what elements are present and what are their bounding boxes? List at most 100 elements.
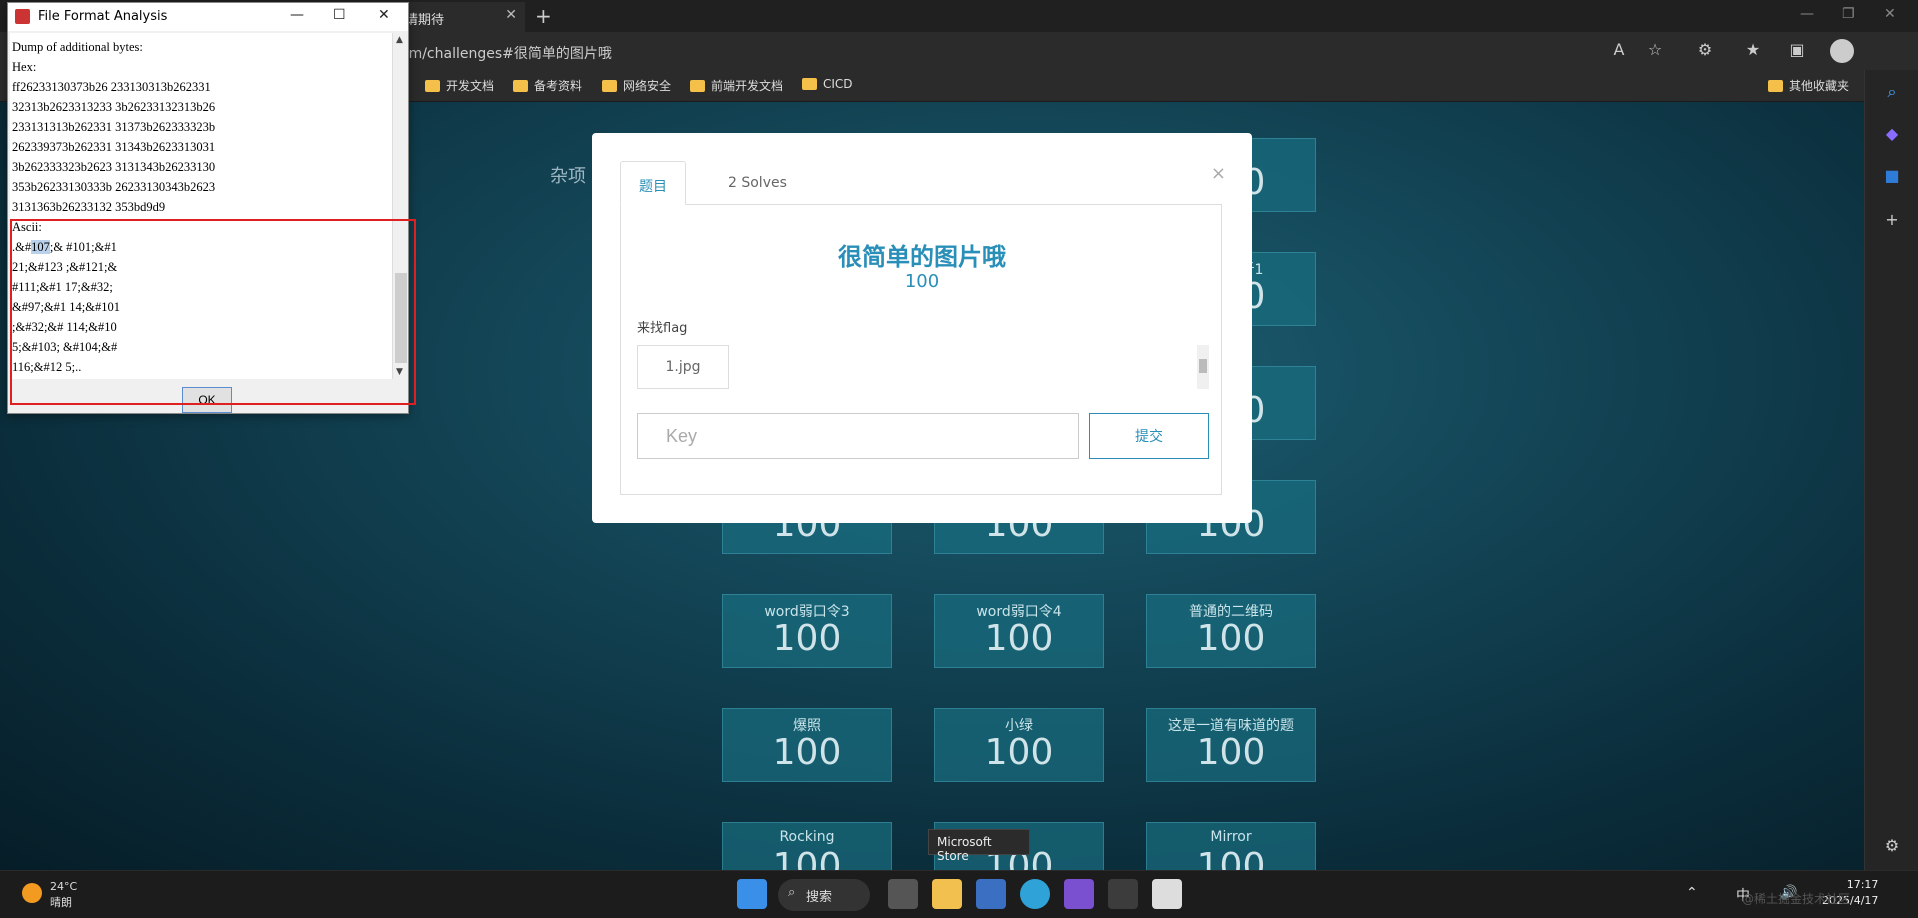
search-icon[interactable]: ⌕ xyxy=(1882,82,1902,102)
card-points: 100 xyxy=(772,732,842,773)
other-bookmarks-folder[interactable]: 其他收藏夹 xyxy=(1768,77,1849,94)
files-scrollbar[interactable] xyxy=(1197,345,1209,389)
windows-taskbar: 24°C 晴朗 ⌕ 搜索 ⌃ 中 🔊 17:17 2025/4/17 xyxy=(0,870,1918,918)
challenge-title: 很简单的图片哦 xyxy=(838,243,1006,271)
dump-line: 3b262333323b2623 3131343b26233130 xyxy=(12,160,216,174)
collections-icon[interactable]: ▣ xyxy=(1786,40,1808,62)
new-tab-button[interactable]: + xyxy=(535,4,552,28)
bookmark-folder[interactable]: CICD xyxy=(802,77,853,91)
challenge-card[interactable]: 小绿 100 xyxy=(934,708,1104,782)
search-icon: ⌕ xyxy=(788,885,796,900)
card-points: 100 xyxy=(772,618,842,659)
bookmark-label: 开发文档 xyxy=(446,79,495,93)
submit-button[interactable]: 提交 xyxy=(1089,413,1209,459)
taskbar-search[interactable]: ⌕ 搜索 xyxy=(778,879,870,911)
dump-line: 262339373b262331 31343b2623313031 xyxy=(12,140,216,154)
edge-browser-icon[interactable] xyxy=(1020,879,1050,909)
bookmark-label: 前端开发文档 xyxy=(711,79,784,93)
card-name: Mirror xyxy=(1210,829,1252,845)
card-name: 普通的二维码 xyxy=(1189,604,1273,620)
scroll-up-icon[interactable]: ▲ xyxy=(396,35,403,45)
folder-icon xyxy=(1768,80,1783,92)
browser-tab[interactable]: 请期待 ✕ xyxy=(395,2,525,32)
microsoft-store-icon[interactable] xyxy=(976,879,1006,909)
folder-icon xyxy=(425,80,440,92)
scroll-thumb[interactable] xyxy=(1199,359,1207,373)
bookmark-folder[interactable]: 网络安全 xyxy=(602,77,671,94)
dump-line: ff26233130373b26 233130313b262331 xyxy=(12,80,211,94)
tray-chevron-icon[interactable]: ⌃ xyxy=(1686,885,1698,901)
taskbar-tooltip: Microsoft Store xyxy=(928,829,1030,863)
weather-widget[interactable]: 24°C 晴朗 xyxy=(50,879,77,911)
card-points: 100 xyxy=(984,732,1054,773)
highlight-annotation-box xyxy=(10,219,416,405)
challenge-card[interactable]: 爆照 100 xyxy=(722,708,892,782)
browser-restore-icon[interactable]: ❐ xyxy=(1842,6,1855,22)
tab-title: 请期待 xyxy=(405,13,445,28)
terminal-icon[interactable] xyxy=(1108,879,1138,909)
challenge-card[interactable]: word弱口令4 100 xyxy=(934,594,1104,668)
edge-side-panel: ⌕ ◆ ■ + ⚙ xyxy=(1864,70,1918,870)
task-view-icon[interactable] xyxy=(888,879,918,909)
visual-studio-icon[interactable] xyxy=(1064,879,1094,909)
browser-minimize-icon[interactable]: — xyxy=(1800,6,1814,22)
card-points: 100 xyxy=(1196,732,1266,773)
challenge-description: 来找flag xyxy=(637,321,688,336)
favorites-icon[interactable]: ★ xyxy=(1742,40,1764,62)
weather-condition: 晴朗 xyxy=(50,896,72,909)
favorite-star-icon[interactable]: ☆ xyxy=(1644,40,1666,62)
dialog-title-bar: File Format Analysis — ☐ ✕ xyxy=(8,3,408,31)
url-path: /challenges#很简单的图片哦 xyxy=(422,46,612,62)
flag-key-input[interactable] xyxy=(637,413,1079,459)
challenge-card[interactable]: word弱口令3 100 xyxy=(722,594,892,668)
challenge-card[interactable]: 普通的二维码 100 xyxy=(1146,594,1316,668)
dump-line: Hex: xyxy=(12,60,37,74)
bookmark-folder[interactable]: 前端开发文档 xyxy=(690,77,783,94)
card-points: 100 xyxy=(1196,618,1266,659)
outlook-icon[interactable]: ■ xyxy=(1882,166,1902,186)
search-label: 搜索 xyxy=(806,890,833,905)
close-icon[interactable]: ✕ xyxy=(378,7,390,23)
start-windows-icon[interactable] xyxy=(737,879,767,909)
card-points: 100 xyxy=(984,618,1054,659)
folder-icon xyxy=(802,78,817,90)
attachment-file-link[interactable]: 1.jpg xyxy=(637,345,729,389)
bookmark-folder[interactable]: 备考资料 xyxy=(513,77,582,94)
java-app-icon[interactable] xyxy=(1152,879,1182,909)
maximize-icon[interactable]: ☐ xyxy=(333,7,346,23)
profile-avatar[interactable] xyxy=(1830,39,1854,63)
copilot-icon[interactable]: ◆ xyxy=(1882,124,1902,144)
modal-tabs: 题目 2 Solves xyxy=(620,161,1222,205)
bookmark-label: 其他收藏夹 xyxy=(1789,79,1850,93)
url-field[interactable]: om/challenges#很简单的图片哦 xyxy=(400,43,612,63)
add-icon[interactable]: + xyxy=(1882,210,1902,230)
read-aloud-icon[interactable]: A xyxy=(1608,40,1630,62)
card-name: 爆照 xyxy=(793,718,821,734)
bookmark-label: 网络安全 xyxy=(623,79,672,93)
extensions-icon[interactable]: ⚙ xyxy=(1694,40,1716,62)
tab-solves[interactable]: 2 Solves xyxy=(710,161,805,205)
dump-line: 353b26233130333b 26233130343b2623 xyxy=(12,180,216,194)
challenge-card[interactable]: 这是一道有味道的题 100 xyxy=(1146,708,1316,782)
settings-gear-icon[interactable]: ⚙ xyxy=(1882,836,1902,856)
modal-body: 很简单的图片哦 100 来找flag 1.jpg 提交 xyxy=(620,205,1222,495)
dialog-title: File Format Analysis xyxy=(38,9,168,24)
category-heading: 杂项 xyxy=(550,166,586,187)
modal-close-icon[interactable]: × xyxy=(1211,163,1226,184)
dump-line: 233131313b262331 31373b262333323b xyxy=(12,120,216,134)
file-explorer-icon[interactable] xyxy=(932,879,962,909)
browser-close-icon[interactable]: ✕ xyxy=(1884,6,1896,22)
card-name: word弱口令3 xyxy=(764,604,850,620)
bookmark-label: 备考资料 xyxy=(534,79,583,93)
tab-challenge[interactable]: 题目 xyxy=(620,161,686,205)
card-name: word弱口令4 xyxy=(976,604,1062,620)
dump-line: Dump of additional bytes: xyxy=(12,40,143,54)
tab-close-icon[interactable]: ✕ xyxy=(505,7,517,23)
card-name: 这是一道有味道的题 xyxy=(1168,718,1294,734)
folder-icon xyxy=(513,80,528,92)
weather-sun-icon[interactable] xyxy=(22,883,42,903)
minimize-icon[interactable]: — xyxy=(290,7,304,23)
bookmark-label: CICD xyxy=(823,77,853,91)
bookmark-folder[interactable]: 开发文档 xyxy=(425,77,494,94)
dump-line: 3131363b26233132 353bd9d9 xyxy=(12,200,166,214)
